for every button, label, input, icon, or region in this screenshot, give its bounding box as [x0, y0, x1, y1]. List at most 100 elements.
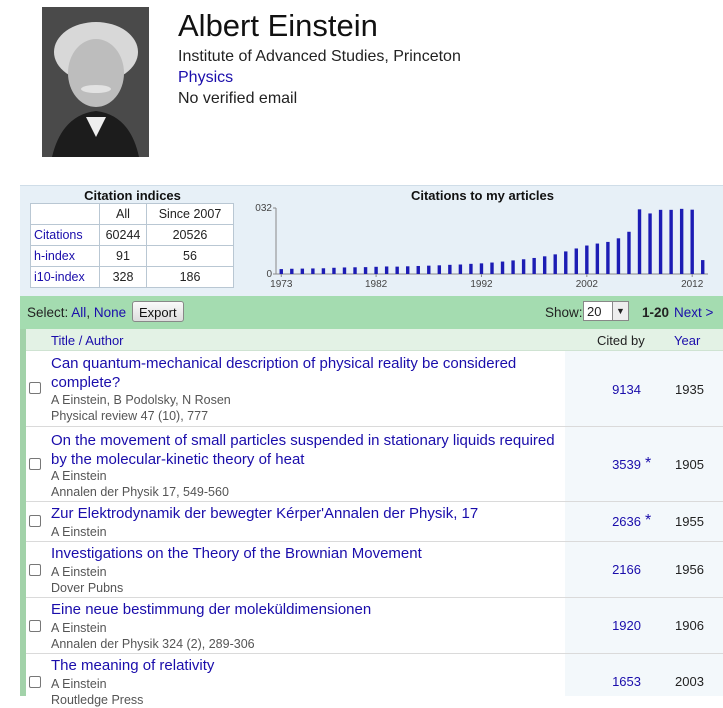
select-label-text: Select: — [27, 305, 69, 320]
chart-bar — [606, 241, 610, 274]
list-toolbar: Select: All, None Export Show: 20 ▼ 1-20… — [20, 296, 723, 329]
column-header-cited-by: Cited by — [597, 333, 645, 348]
chart-bar — [542, 256, 547, 274]
chart-bar — [342, 267, 347, 274]
merged-citations-star-icon: * — [645, 455, 652, 472]
chart-bar — [353, 267, 357, 274]
chart-bar — [469, 263, 473, 274]
column-header-title[interactable]: Title / Author — [51, 333, 124, 348]
citations-bar-chart: 0403219731982199220022012 — [255, 203, 708, 290]
select-none-link[interactable]: None — [94, 305, 126, 320]
indices-label-citations[interactable]: Citations — [30, 224, 100, 246]
cited-by-link[interactable]: 1653 — [601, 674, 641, 689]
chart-bar — [500, 261, 505, 274]
profile-name: Albert Einstein — [178, 8, 378, 43]
portrait-image — [42, 7, 149, 157]
article-title-link[interactable]: On the movement of small particles suspe… — [51, 431, 571, 469]
chart-bar — [701, 260, 705, 274]
article-title-link[interactable]: Can quantum-mechanical description of ph… — [51, 354, 571, 392]
article-title-link[interactable]: The meaning of relativity — [51, 656, 571, 675]
article-year: 1956 — [675, 562, 704, 577]
next-page-link[interactable]: Next > — [674, 305, 713, 320]
article-year: 2003 — [675, 674, 704, 689]
chart-x-tick-label: 1973 — [270, 279, 293, 290]
indices-value: 60244 — [99, 224, 147, 246]
select-separator: , — [86, 305, 91, 320]
chart-bar — [553, 254, 557, 274]
chart-bar — [595, 243, 600, 274]
article-title-link[interactable]: Zur Elektrodynamik der bewegter Kérper'A… — [51, 504, 571, 523]
article-authors: A Einstein, B Podolsky, N Rosen — [51, 393, 231, 407]
merged-citations-star-icon: * — [645, 512, 652, 529]
chart-bar — [427, 265, 431, 274]
chart-bar — [669, 209, 673, 274]
cited-by-link[interactable]: 9134 — [601, 382, 641, 397]
article-row: The meaning of relativity A Einstein Rou… — [26, 654, 723, 707]
article-checkbox[interactable] — [29, 515, 41, 527]
chart-bar — [585, 245, 589, 274]
indices-value: 186 — [146, 266, 234, 288]
article-title-link[interactable]: Eine neue bestimmung der moleküldimensio… — [51, 600, 571, 619]
export-button[interactable]: Export — [132, 301, 184, 322]
indices-value: 328 — [99, 266, 147, 288]
chart-bar — [564, 251, 568, 274]
chart-x-tick-label: 1982 — [365, 279, 388, 290]
chart-bar — [616, 238, 621, 274]
indices-header-row: All Since 2007 — [30, 203, 234, 225]
article-checkbox[interactable] — [29, 458, 41, 470]
indices-header-since: Since 2007 — [146, 203, 234, 225]
indices-value: 56 — [146, 245, 234, 267]
indices-value: 91 — [99, 245, 147, 267]
cited-by-link[interactable]: 1920 — [601, 618, 641, 633]
indices-label-i10-index[interactable]: i10-index — [30, 266, 100, 288]
article-year: 1905 — [675, 457, 704, 472]
article-venue: Physical review 47 (10), 777 — [51, 409, 209, 423]
chart-bar — [311, 268, 315, 274]
article-checkbox[interactable] — [29, 564, 41, 576]
article-venue: Dover Pubns — [51, 581, 124, 595]
show-count-select[interactable]: 20 ▼ — [583, 301, 629, 321]
indices-row-citations: Citations 60244 20526 — [30, 224, 234, 246]
chart-bar — [395, 266, 399, 274]
indices-value: 20526 — [146, 224, 234, 246]
article-year: 1935 — [675, 382, 704, 397]
chart-bar — [479, 263, 484, 274]
chart-x-tick-label: 1992 — [470, 279, 493, 290]
article-row: Can quantum-mechanical description of ph… — [26, 350, 723, 427]
select-all-link[interactable]: All — [71, 305, 86, 320]
article-authors: A Einstein — [51, 525, 107, 539]
cited-by-link[interactable]: 3539 — [601, 457, 641, 472]
article-checkbox[interactable] — [29, 620, 41, 632]
chart-bar — [290, 268, 294, 274]
article-authors: A Einstein — [51, 469, 107, 483]
indices-label-h-index[interactable]: h-index — [30, 245, 100, 267]
chart-bar — [679, 208, 684, 274]
column-header-year[interactable]: Year — [674, 333, 700, 348]
chart-bar — [374, 266, 378, 274]
article-row: Eine neue bestimmung der moleküldimensio… — [26, 598, 723, 654]
chart-bar — [437, 265, 442, 274]
article-checkbox[interactable] — [29, 676, 41, 688]
cited-by-link[interactable]: 2636 — [601, 514, 641, 529]
chart-bar — [458, 264, 463, 274]
chart-bar — [279, 269, 283, 274]
chart-bar — [511, 260, 515, 274]
article-checkbox[interactable] — [29, 382, 41, 394]
article-title-link[interactable]: Investigations on the Theory of the Brow… — [51, 544, 571, 563]
chart-bar — [384, 266, 389, 274]
cited-by-link[interactable]: 2166 — [601, 562, 641, 577]
profile-field-link[interactable]: Physics — [178, 69, 233, 87]
show-count-value: 20 — [587, 304, 602, 319]
chart-x-tick-label: 2002 — [576, 279, 599, 290]
chart-bar — [300, 268, 305, 274]
chart-bar — [532, 257, 536, 274]
chart-bar — [490, 262, 494, 274]
dropdown-arrow-icon: ▼ — [612, 302, 628, 320]
chart-bar — [574, 248, 578, 274]
chart-bar — [627, 231, 631, 274]
results-range: 1-20 — [642, 305, 670, 320]
article-year: 1906 — [675, 618, 704, 633]
chart-bar — [321, 268, 326, 274]
article-venue: Routledge Press — [51, 693, 144, 707]
indices-row-i10-index: i10-index 328 186 — [30, 266, 234, 288]
